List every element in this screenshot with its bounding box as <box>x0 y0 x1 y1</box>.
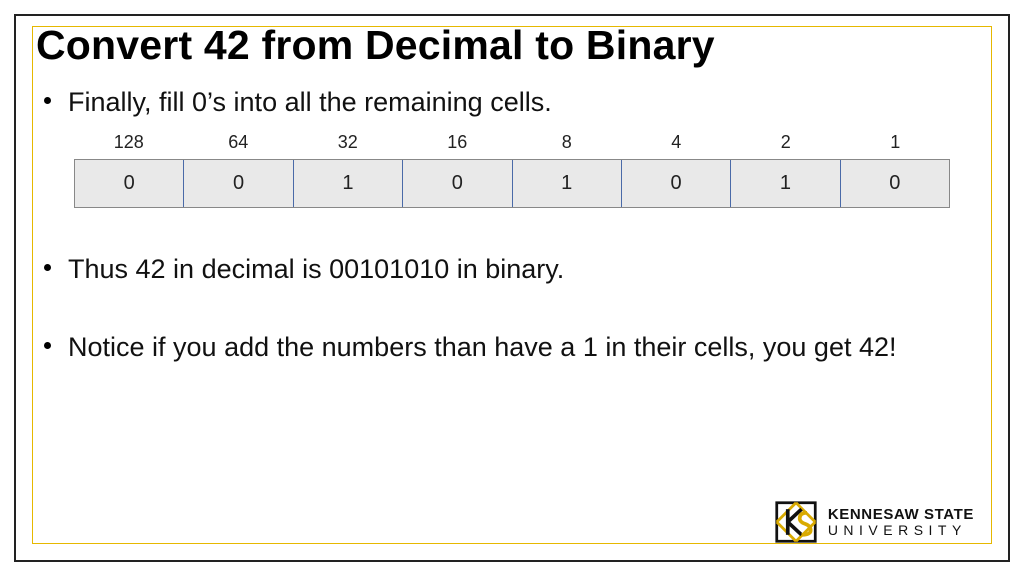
header-cell: 8 <box>512 128 622 159</box>
bit-cell: 1 <box>731 160 840 207</box>
slide-title: Convert 42 from Decimal to Binary <box>36 22 988 69</box>
bit-cell: 0 <box>75 160 184 207</box>
ks-logo-text: KENNESAW STATE UNIVERSITY <box>828 507 974 537</box>
ks-logo-icon <box>774 500 818 544</box>
header-cell: 16 <box>403 128 513 159</box>
header-cell: 128 <box>74 128 184 159</box>
bit-cell: 0 <box>184 160 293 207</box>
binary-table-headers: 128 64 32 16 8 4 2 1 <box>74 128 950 159</box>
header-cell: 2 <box>731 128 841 159</box>
header-cell: 64 <box>184 128 294 159</box>
binary-table: 128 64 32 16 8 4 2 1 0 0 1 0 1 0 1 0 <box>74 128 950 208</box>
bullet-1: Finally, fill 0’s into all the remaining… <box>68 85 988 120</box>
bullet-list-2: Thus 42 in decimal is 00101010 in binary… <box>36 252 988 365</box>
bit-cell: 0 <box>841 160 949 207</box>
binary-table-bits: 0 0 1 0 1 0 1 0 <box>74 159 950 208</box>
header-cell: 4 <box>622 128 732 159</box>
university-logo: KENNESAW STATE UNIVERSITY <box>774 500 974 544</box>
bullet-3: Notice if you add the numbers than have … <box>68 330 988 365</box>
bit-cell: 0 <box>622 160 731 207</box>
bullet-list: Finally, fill 0’s into all the remaining… <box>36 85 988 120</box>
bit-cell: 0 <box>403 160 512 207</box>
bit-cell: 1 <box>513 160 622 207</box>
header-cell: 1 <box>841 128 951 159</box>
header-cell: 32 <box>293 128 403 159</box>
ks-logo-line2: UNIVERSITY <box>828 523 974 537</box>
bit-cell: 1 <box>294 160 403 207</box>
bullet-2: Thus 42 in decimal is 00101010 in binary… <box>68 252 988 287</box>
ks-logo-line1: KENNESAW STATE <box>828 507 974 522</box>
slide-content: Convert 42 from Decimal to Binary Finall… <box>36 20 988 554</box>
